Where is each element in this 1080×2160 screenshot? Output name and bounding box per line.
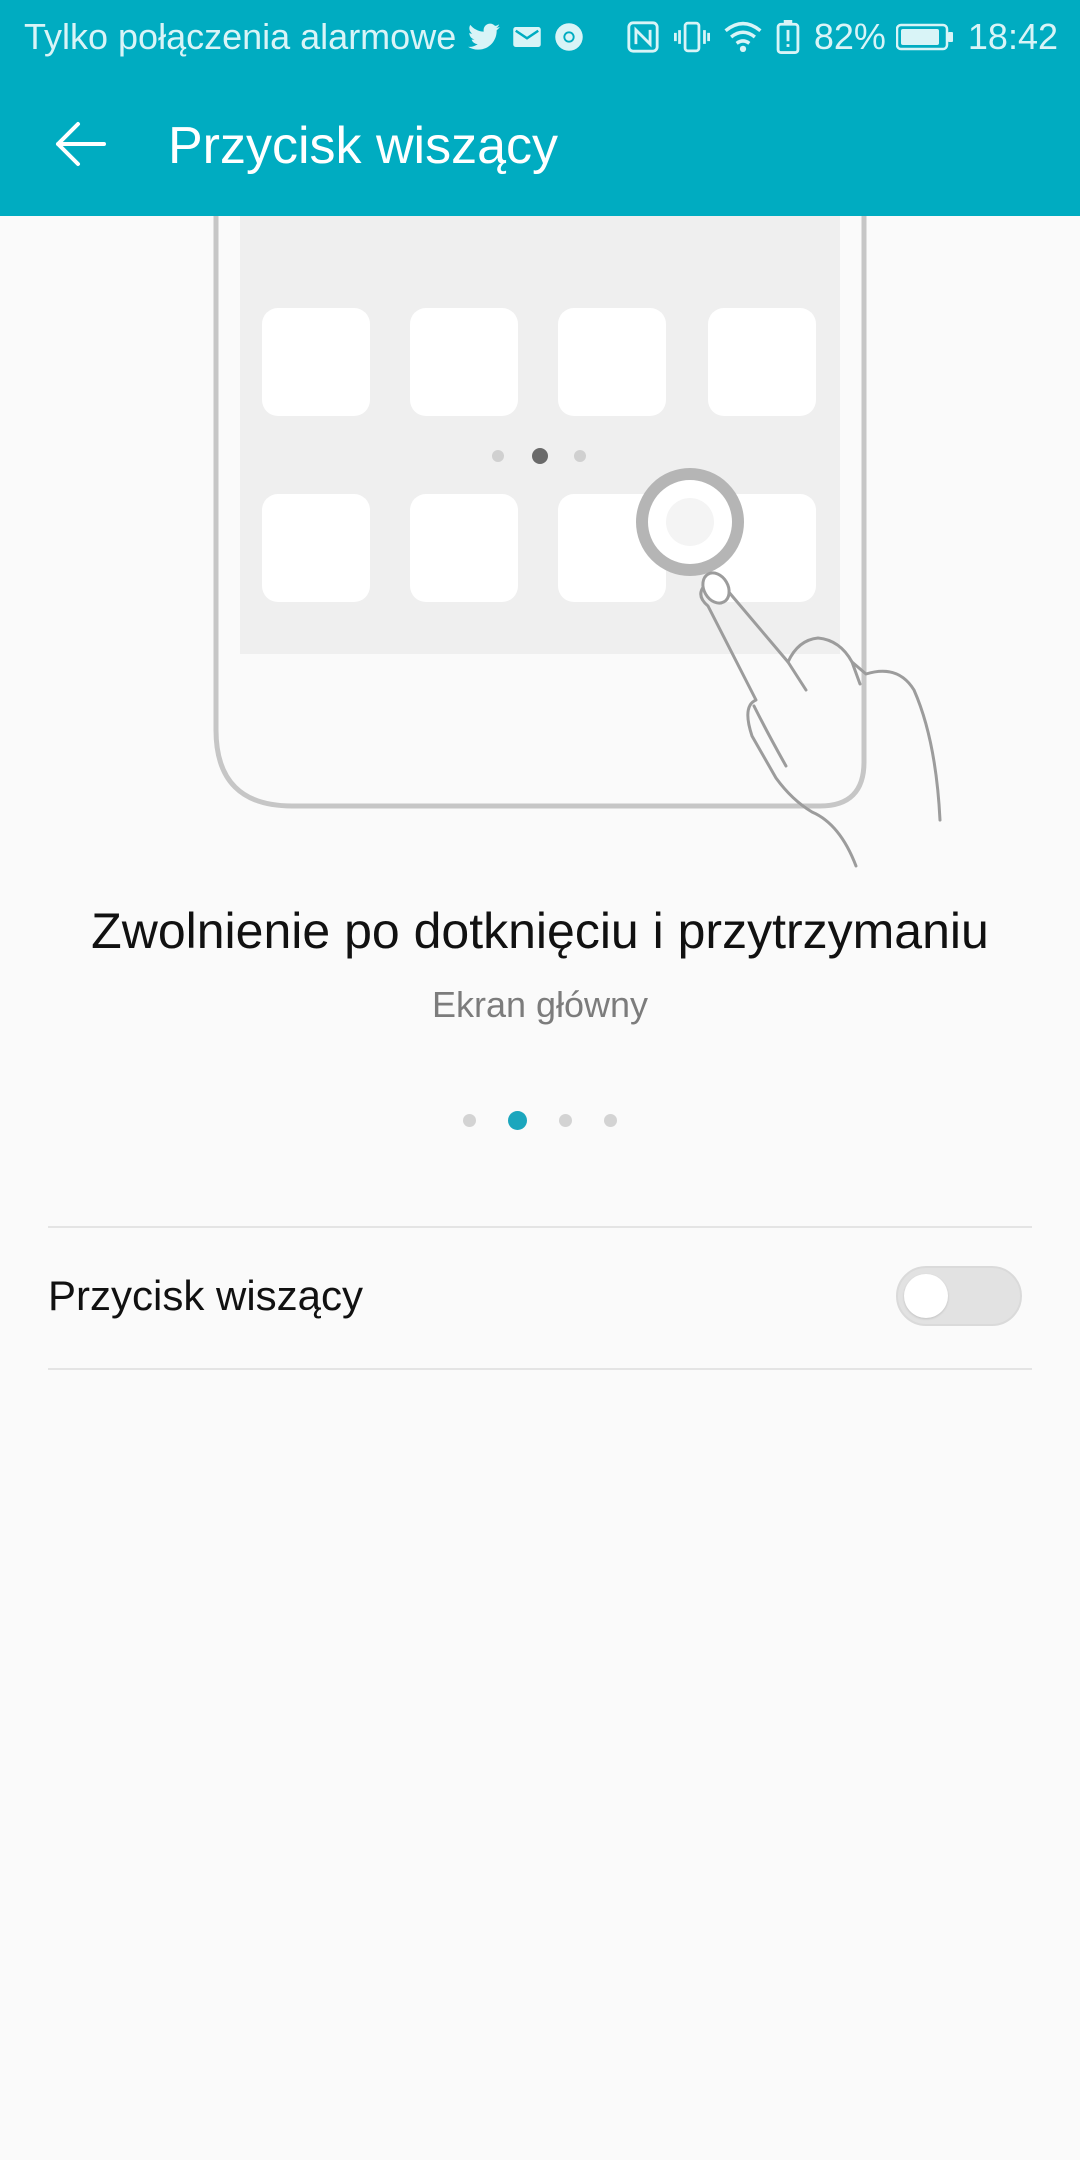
clock: 18:42 <box>967 16 1058 57</box>
page-dot <box>463 1113 476 1127</box>
status-left: Tylko połączenia alarmowe <box>24 16 584 58</box>
floating-button-setting-row[interactable]: Przycisk wiszący <box>0 1228 1080 1370</box>
wifi-icon <box>724 21 762 53</box>
arrow-back-icon <box>56 122 106 166</box>
mail-icon <box>512 24 542 50</box>
status-right: 82% 18:42 <box>626 16 1058 58</box>
battery-icon <box>895 23 954 51</box>
toolbar: Przycisk wiszący <box>0 72 1080 216</box>
divider <box>48 1368 1032 1370</box>
battery-percent: 82% <box>813 16 886 57</box>
back-button[interactable] <box>44 108 116 180</box>
page-dot <box>559 1113 572 1127</box>
toggle-knob <box>904 1274 948 1318</box>
nfc-icon <box>626 20 660 54</box>
app-header: Tylko połączenia alarmowe 82% 18:42 Przy… <box>0 0 1080 216</box>
tutorial-subline: Ekran główny <box>431 984 649 1025</box>
page-title: Przycisk wiszący <box>168 117 559 175</box>
floating-button-toggle[interactable] <box>896 1266 1022 1326</box>
vibrate-icon <box>673 20 710 54</box>
setting-label: Przycisk wiszący <box>48 1272 364 1319</box>
chrome-icon <box>554 22 584 52</box>
page-dot-active <box>508 1110 527 1130</box>
twitter-icon <box>468 23 501 51</box>
status-bar: Tylko połączenia alarmowe 82% 18:42 <box>0 0 1080 72</box>
page-dot <box>604 1113 617 1127</box>
carrier-text: Tylko połączenia alarmowe <box>24 16 457 57</box>
tutorial-illustration <box>0 216 1080 876</box>
tutorial-headline: Zwolnienie po dotknięciu i przytrzymaniu <box>91 903 989 959</box>
battery-alert-icon <box>776 20 800 54</box>
page-indicator <box>0 1110 1080 1130</box>
